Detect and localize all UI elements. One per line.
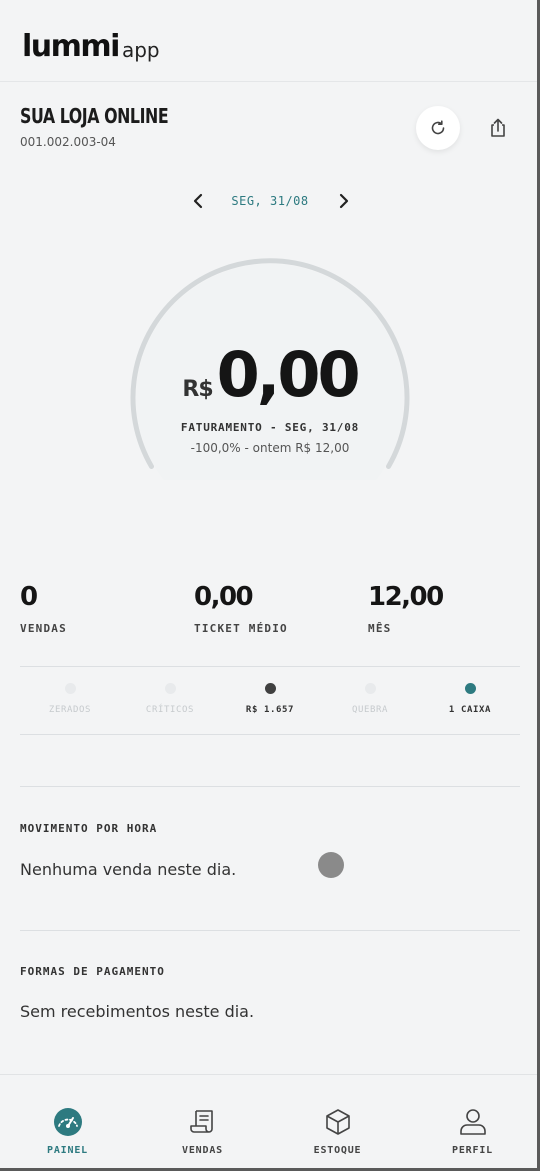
receipt-icon: [186, 1105, 220, 1139]
indicator-quebra[interactable]: QUEBRA: [320, 668, 420, 734]
indicator-label: ZERADOS: [48, 705, 92, 715]
indicator-dot: [64, 683, 76, 694]
app-logo: lummi app: [22, 22, 160, 64]
stat-average-ticket-label: TICKET MÉDIO: [194, 622, 288, 635]
nav-label: ESTOQUE: [313, 1145, 362, 1156]
stat-sales-label: VENDAS: [20, 622, 67, 635]
revenue-comparison: -100,0% - ontem R$ 12,00: [190, 441, 350, 455]
indicator-zerados[interactable]: ZERADOS: [20, 668, 120, 734]
divider: [20, 786, 520, 787]
payment-methods-title: FORMAS DE PAGAMENTO: [20, 965, 165, 978]
revenue-amount: 0,00: [216, 338, 361, 411]
indicator-dot: [264, 683, 276, 694]
nav-estoque[interactable]: ESTOQUE: [270, 1075, 405, 1171]
hourly-movement-title: MOVIMENTO POR HORA: [20, 822, 158, 835]
indicator-dot: [164, 683, 176, 694]
stat-month: 12,00 MÊS: [368, 582, 444, 635]
divider: [20, 734, 520, 735]
divider: [20, 930, 520, 931]
nav-perfil[interactable]: PERFIL: [405, 1075, 540, 1171]
stat-month-label: MÊS: [368, 622, 392, 635]
stat-sales-value: 0: [20, 582, 38, 612]
refresh-icon: [431, 120, 445, 135]
revenue-caption: FATURAMENTO - SEG, 31/08: [180, 421, 360, 434]
indicator-label: 1 CAIXA: [448, 705, 492, 715]
nav-painel[interactable]: PAINEL: [0, 1075, 135, 1171]
share-button[interactable]: [478, 106, 518, 150]
box-icon: [321, 1105, 355, 1139]
store-name: SUA LOJA ONLINE: [20, 104, 169, 128]
hourly-movement-empty: Nenhuma venda neste dia.: [20, 860, 237, 879]
app-screen: lummi app SUA LOJA ONLINE 001.002.003-04…: [0, 0, 540, 1171]
refresh-button[interactable]: [416, 106, 460, 150]
stat-sales: 0 VENDAS: [20, 582, 67, 635]
bottom-navigation: PAINEL VENDAS ESTOQUE PERFIL: [0, 1074, 540, 1171]
next-day-button[interactable]: [332, 188, 356, 214]
indicator-cash-register[interactable]: 1 CAIXA: [420, 668, 520, 734]
stock-indicators: ZERADOS CRÍTICOS R$ 1.657 QUEBRA 1 CAIXA: [20, 668, 520, 734]
chevron-right-icon: [339, 193, 349, 209]
divider: [20, 666, 520, 667]
indicator-label: CRÍTICOS: [145, 705, 195, 715]
stat-average-ticket-value: 0,00: [194, 582, 254, 612]
dashboard-gauge-icon: [51, 1105, 85, 1139]
payment-methods-empty: Sem recebimentos neste dia.: [20, 1002, 255, 1021]
logo-suffix: app: [121, 38, 160, 62]
nav-label: PERFIL: [452, 1145, 493, 1156]
indicator-label: QUEBRA: [351, 705, 389, 715]
header-divider: [0, 81, 540, 82]
revenue-value: R$0,00: [0, 338, 540, 411]
indicator-dot: [364, 683, 376, 694]
nav-vendas[interactable]: VENDAS: [135, 1075, 270, 1171]
revenue-currency: R$: [182, 377, 213, 402]
date-navigator: SEG, 31/08: [0, 186, 540, 216]
store-code: 001.002.003-04: [20, 135, 116, 149]
touch-cursor: [318, 852, 344, 878]
share-icon: [491, 118, 505, 137]
current-date-label[interactable]: SEG, 31/08: [0, 194, 540, 208]
user-icon: [456, 1105, 490, 1139]
stat-month-value: 12,00: [368, 582, 444, 612]
indicator-label: R$ 1.657: [245, 705, 295, 715]
stat-average-ticket: 0,00 TICKET MÉDIO: [194, 582, 288, 635]
indicator-dot: [464, 683, 476, 694]
indicator-stock-value[interactable]: R$ 1.657: [220, 668, 320, 734]
nav-label: VENDAS: [182, 1145, 223, 1156]
indicator-criticos[interactable]: CRÍTICOS: [120, 668, 220, 734]
nav-label: PAINEL: [47, 1145, 88, 1156]
logo-brand: lummi: [22, 29, 120, 64]
